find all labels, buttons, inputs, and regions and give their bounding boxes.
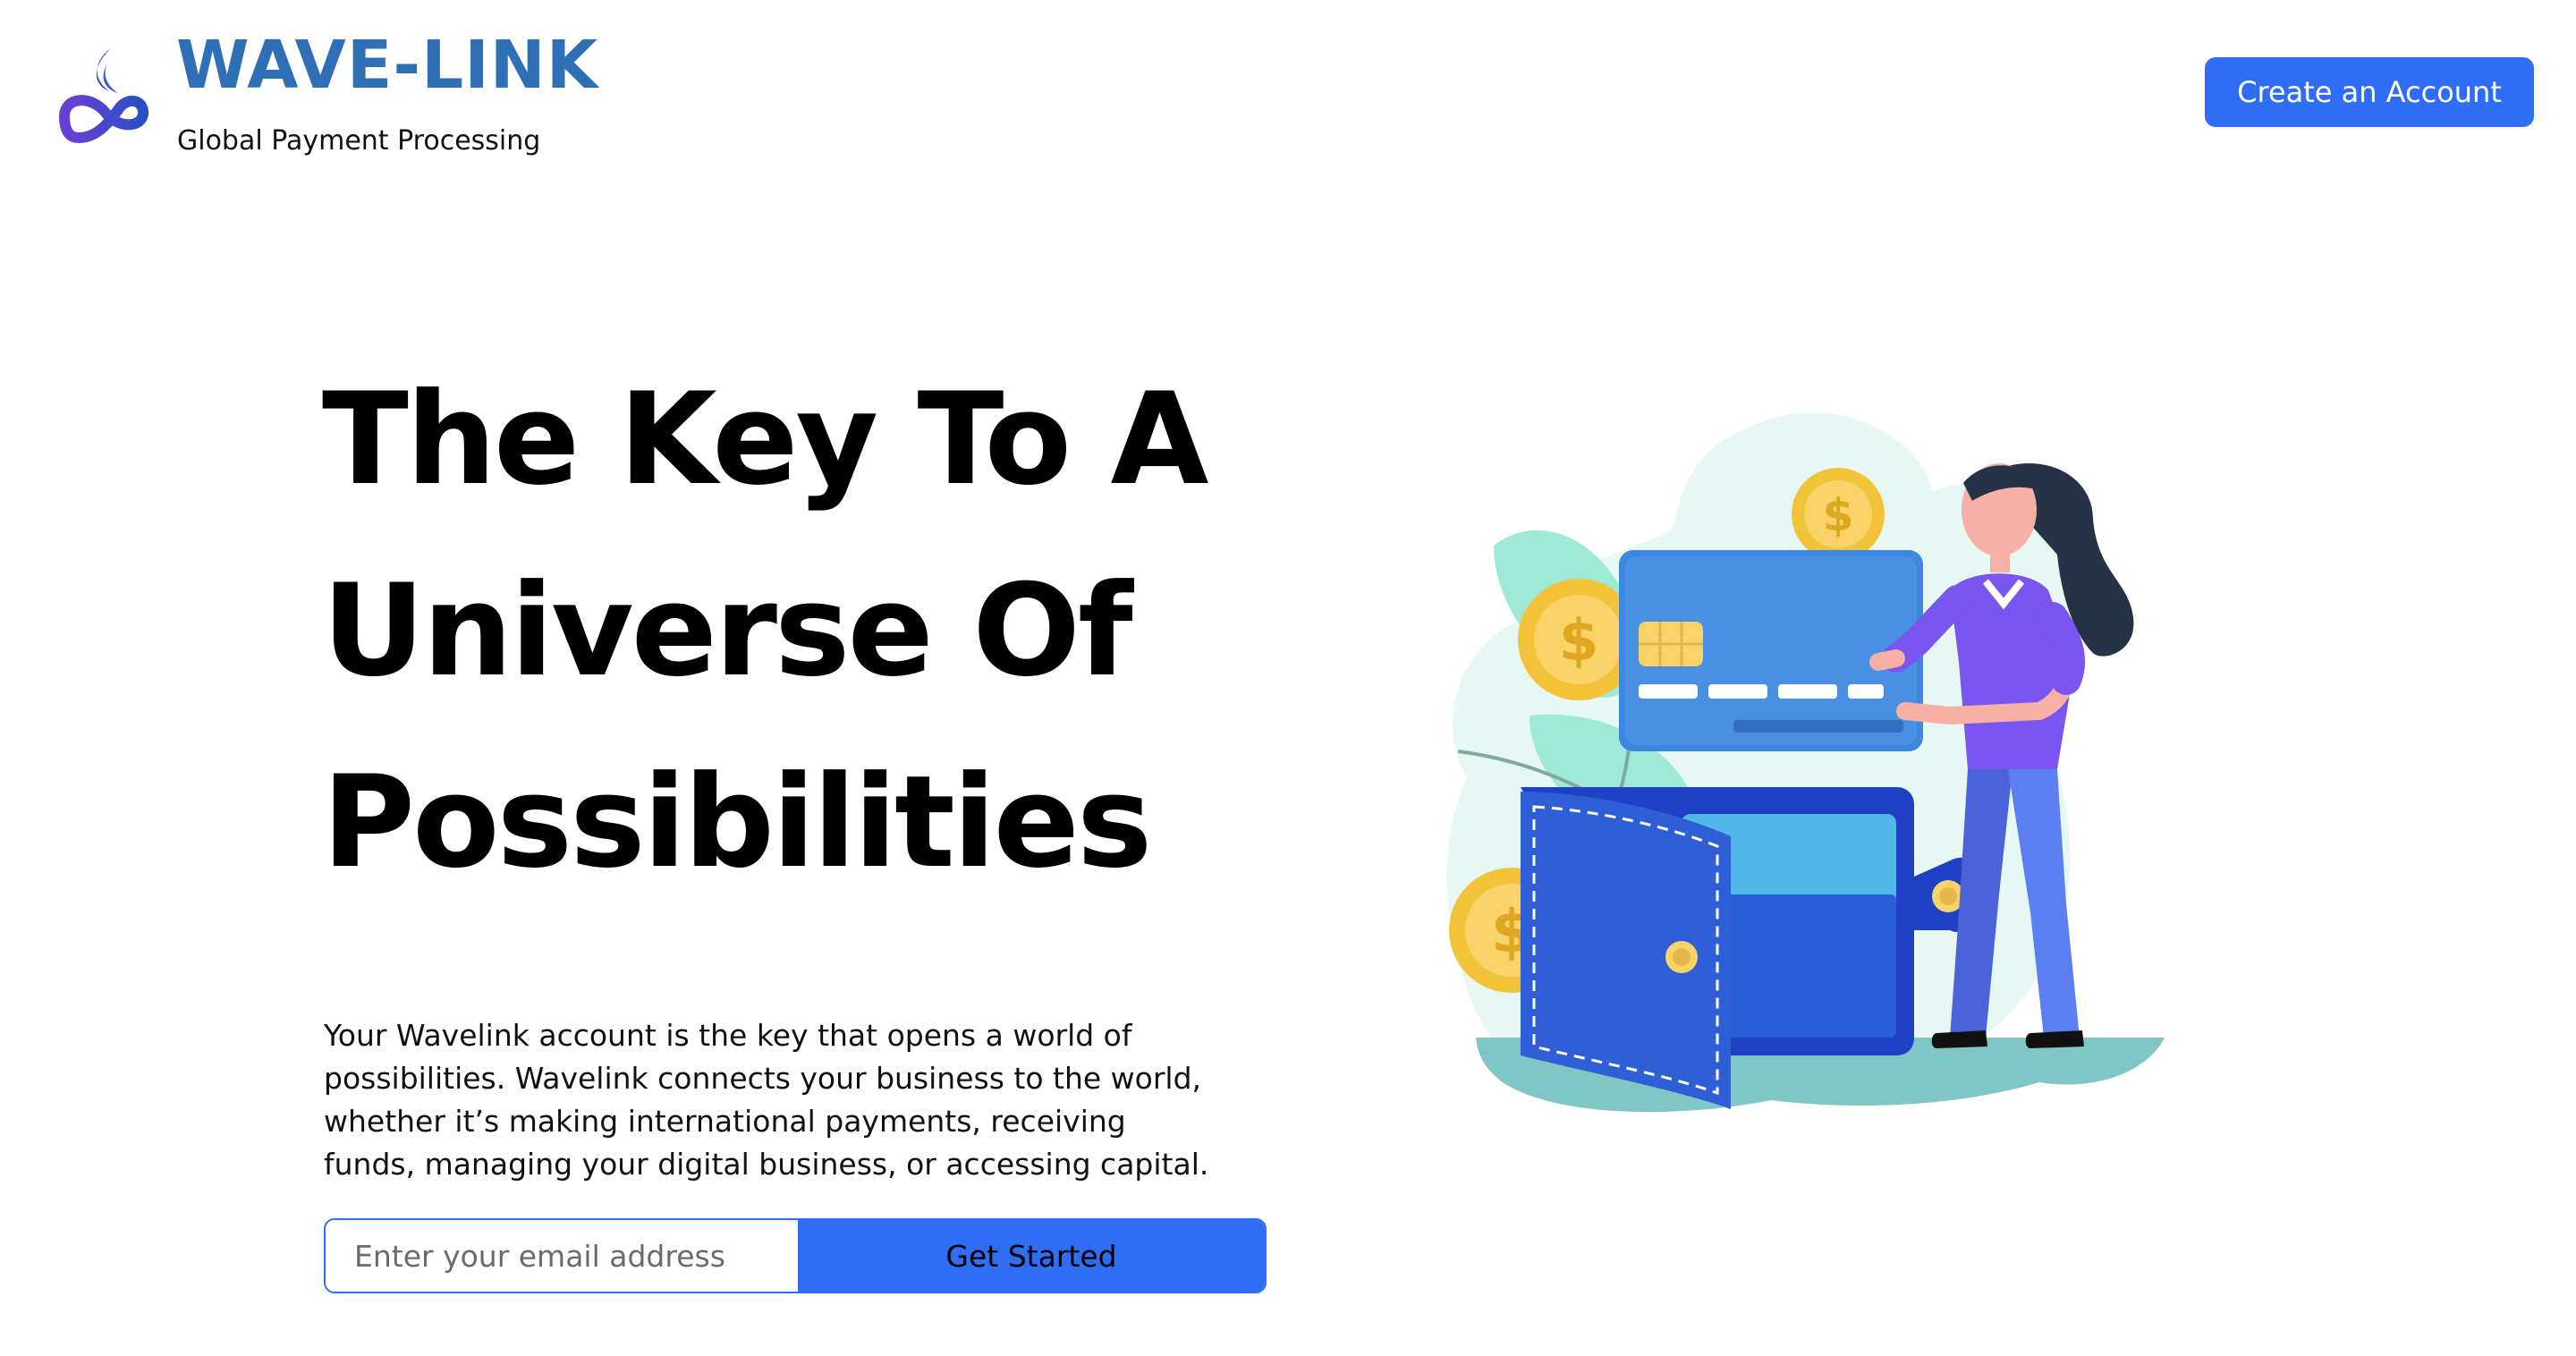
wallet-credit-card-illustration: $ $ $ — [1446, 412, 2165, 1113]
hero-title: The Key To A Universe Of Possibilities — [322, 344, 1395, 919]
brand-name[interactable]: WAVE-LINK — [176, 32, 598, 98]
svg-text:$: $ — [1823, 489, 1854, 541]
hero-description: Your Wavelink account is the key that op… — [324, 1018, 1209, 1182]
page: WAVE-LINK Global Payment Processing Crea… — [0, 0, 2576, 1356]
wave-link-logo-icon[interactable] — [55, 45, 148, 145]
hero-title-line: Possibilities — [322, 749, 1152, 896]
brand-tagline: Global Payment Processing — [177, 125, 541, 157]
email-input[interactable] — [326, 1220, 798, 1292]
email-signup-form: Get Started — [324, 1218, 1267, 1293]
svg-text:$: $ — [1559, 608, 1599, 674]
get-started-button[interactable]: Get Started — [798, 1220, 1265, 1292]
hero-title-line: The Key To A — [322, 366, 1208, 513]
hero-title-line: Universe Of — [322, 557, 1133, 705]
create-account-button[interactable]: Create an Account — [2205, 57, 2534, 127]
